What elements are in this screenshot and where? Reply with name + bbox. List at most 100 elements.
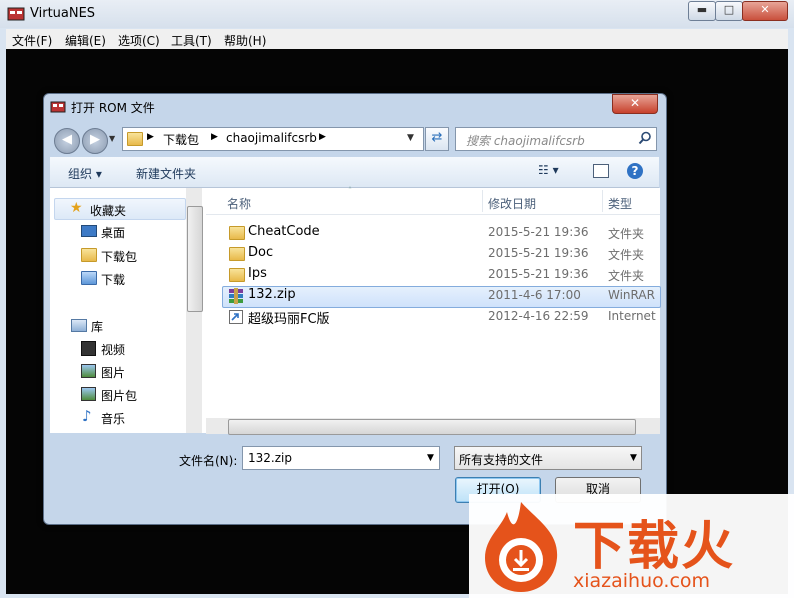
file-row[interactable]: CheatCode 2015-5-21 19:36 文件夹 (218, 223, 658, 243)
nav-music[interactable]: 音乐 (101, 410, 125, 427)
nav-desktop[interactable]: 桌面 (101, 224, 125, 241)
sort-arrow-icon: ˄ (348, 186, 352, 195)
shortcut-icon (229, 310, 243, 324)
library-icon (71, 319, 87, 332)
video-icon (81, 341, 96, 356)
preview-pane-icon[interactable] (593, 164, 609, 178)
nav-favorites[interactable]: 收藏夹 (90, 202, 126, 219)
file-row[interactable]: Doc 2015-5-21 19:36 文件夹 (218, 244, 658, 264)
file-row-selected[interactable]: 132.zip 2011-4-6 17:00 WinRAR (218, 286, 658, 306)
file-date: 2015-5-21 19:36 (488, 246, 589, 260)
filetype-select[interactable]: 所有支持的文件 ▼ (454, 446, 642, 470)
column-divider[interactable] (482, 190, 483, 212)
file-name: Ips (248, 266, 267, 281)
file-name: CheatCode (248, 224, 320, 239)
column-name[interactable]: 名称 (227, 195, 251, 212)
pictures-icon (81, 364, 96, 378)
filename-label: 文件名(N): (179, 454, 238, 468)
search-icon (638, 131, 651, 145)
chevron-down-icon[interactable]: ▼ (427, 453, 434, 463)
open-file-dialog: 打开 ROM 文件 ✕ ◀ ▶ ▼ ▶ 下载包 ▶ chaojimalifcsr… (43, 93, 667, 525)
search-input[interactable]: 搜索 chaojimalifcsrb (455, 127, 657, 151)
folder-icon (229, 247, 245, 261)
filename-input[interactable]: 132.zip ▼ (242, 446, 440, 470)
file-date: 2011-4-6 17:00 (488, 288, 581, 302)
chevron-down-icon[interactable]: ▼ (407, 133, 414, 143)
nav-pictures[interactable]: 图片 (101, 364, 125, 381)
file-type: 文件夹 (608, 248, 645, 262)
nav-videos[interactable]: 视频 (101, 341, 125, 358)
file-name: 132.zip (248, 287, 296, 302)
downloads-icon (81, 271, 97, 285)
close-button[interactable]: ✕ (742, 1, 788, 21)
file-row[interactable]: Ips 2015-5-21 19:36 文件夹 (218, 265, 658, 285)
folder-icon (127, 132, 143, 146)
dialog-close-button[interactable]: ✕ (612, 94, 658, 114)
nav-downloads-pkg[interactable]: 下载包 (101, 248, 137, 265)
nav-downloads[interactable]: 下载 (101, 271, 125, 288)
chevron-down-icon: ▼ (630, 453, 637, 463)
file-name: 超级玛丽FC版 (248, 312, 330, 327)
app-titlebar: VirtuaNES ▬ □ ✕ (0, 0, 794, 28)
column-type[interactable]: 类型 (608, 195, 632, 212)
folder-icon (229, 226, 245, 240)
column-header: ˄ 名称 修改日期 类型 (206, 186, 660, 215)
view-options-icon[interactable]: ☷ ▾ (538, 163, 559, 177)
search-placeholder: 搜索 chaojimalifcsrb (466, 134, 585, 148)
app-icon (7, 7, 25, 21)
file-type: WinRAR (608, 288, 655, 302)
address-bar[interactable]: ▶ 下载包 ▶ chaojimalifcsrb ▶ ▼ (122, 127, 424, 151)
organize-menu[interactable]: 组织 ▾ (68, 165, 102, 182)
nav-scrollbar-thumb[interactable] (187, 206, 203, 312)
menu-options[interactable]: 选项(C) (118, 32, 160, 49)
forward-button[interactable]: ▶ (82, 128, 108, 154)
new-folder-button[interactable]: 新建文件夹 (136, 165, 196, 182)
watermark: 下载火 xiazaihuo.com (469, 494, 794, 598)
column-date[interactable]: 修改日期 (488, 195, 536, 212)
nav-pictures-pkg[interactable]: 图片包 (101, 387, 137, 404)
menu-bar: 文件(F) 编辑(E) 选项(C) 工具(T) 帮助(H) (6, 29, 788, 49)
help-icon[interactable]: ? (627, 163, 643, 179)
menu-edit[interactable]: 编辑(E) (65, 32, 106, 49)
desktop-icon (81, 225, 97, 237)
flame-logo-icon (485, 502, 558, 592)
file-date: 2012-4-16 22:59 (488, 309, 589, 323)
back-button[interactable]: ◀ (54, 128, 80, 154)
filename-value: 132.zip (248, 451, 292, 465)
winrar-icon (229, 288, 243, 304)
file-row[interactable]: 超级玛丽FC版 2012-4-16 22:59 Internet (218, 307, 658, 327)
refresh-icon: ⇄ (431, 130, 443, 145)
watermark-chinese: 下载火 (573, 517, 736, 577)
nav-libraries[interactable]: 库 (91, 318, 103, 335)
command-bar: 组织 ▾ 新建文件夹 ☷ ▾ ? (50, 157, 659, 188)
filetype-value: 所有支持的文件 (459, 453, 544, 467)
arrow-right-icon: ▶ (90, 132, 100, 147)
dialog-title: 打开 ROM 文件 (71, 101, 155, 115)
watermark-url: xiazaihuo.com (573, 570, 711, 592)
file-type: 文件夹 (608, 227, 645, 241)
chevron-right-icon: ▶ (319, 132, 326, 142)
menu-help[interactable]: 帮助(H) (224, 32, 266, 49)
minimize-button[interactable]: ▬ (688, 1, 716, 21)
recent-locations-dropdown[interactable]: ▼ (109, 134, 119, 146)
breadcrumb-downloads-pkg[interactable]: 下载包 (163, 131, 199, 148)
menu-file[interactable]: 文件(F) (12, 32, 52, 49)
column-divider[interactable] (602, 190, 603, 212)
app-title: VirtuaNES (30, 6, 96, 21)
star-icon: ★ (70, 200, 83, 216)
file-name: Doc (248, 245, 274, 260)
file-date: 2015-5-21 19:36 (488, 225, 589, 239)
arrow-left-icon: ◀ (62, 132, 72, 147)
file-type: 文件夹 (608, 269, 645, 283)
horizontal-scrollbar-thumb[interactable] (228, 419, 636, 435)
breadcrumb-current-folder[interactable]: chaojimalifcsrb (226, 131, 317, 145)
app-icon (50, 101, 66, 113)
music-icon: ♪ (82, 407, 92, 425)
refresh-button[interactable]: ⇄ (425, 127, 449, 151)
maximize-button[interactable]: □ (715, 1, 743, 21)
chevron-right-icon: ▶ (147, 132, 154, 142)
menu-tools[interactable]: 工具(T) (171, 32, 212, 49)
folder-icon (229, 268, 245, 282)
chevron-right-icon: ▶ (211, 132, 218, 142)
pictures-icon (81, 387, 96, 401)
